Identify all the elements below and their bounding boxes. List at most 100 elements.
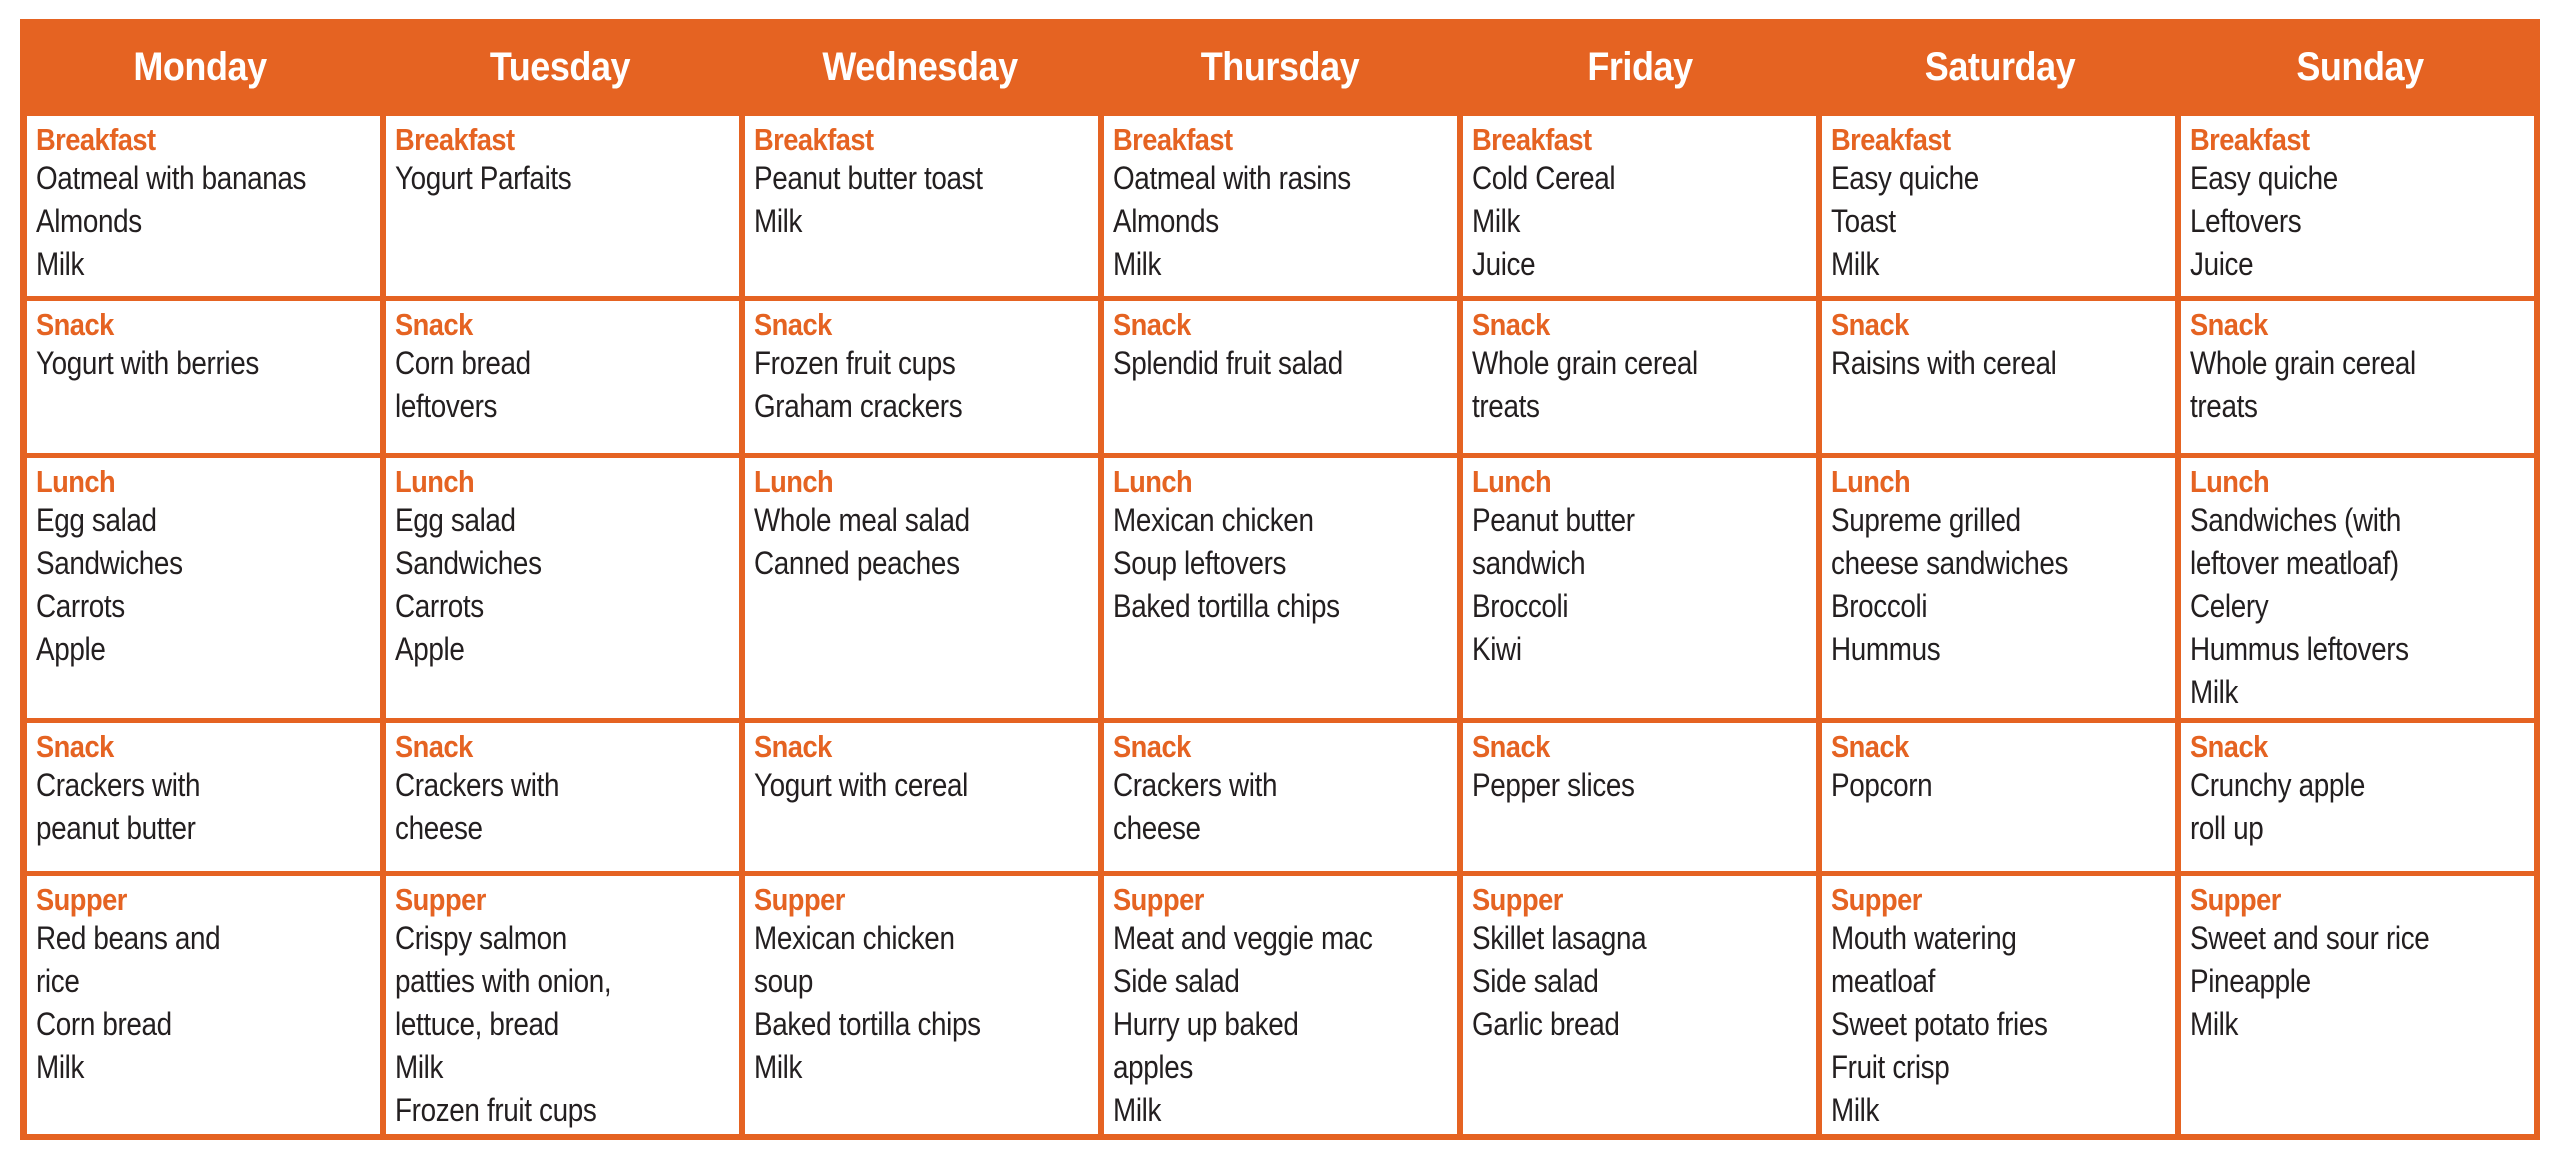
meal-items-list: Peanut butter toast Milk [754,157,1098,243]
day-header-row: Monday Tuesday Wednesday Thursday Friday… [20,19,2540,116]
meal-item: treats [1472,388,1540,424]
meal-cell-thursday-breakfast-row1: Breakfast Oatmeal with rasins Almonds Milk [1104,116,1457,296]
meal-item: meatloaf [1831,963,1936,999]
meal-items-list: Mexican chicken Soup leftovers Baked torti… [1113,499,1457,628]
meal-cell-thursday-lunch-row3: Lunch Mexican chicken Soup leftovers Baked … [1104,458,1457,718]
meal-label: Supper [754,882,845,917]
meal-items-list: Red beans and rice Corn bread Milk [36,917,380,1089]
meal-items-list: Mexican chicken soup Baked tortilla chips M… [754,917,1098,1089]
meal-item: Hummus leftovers [2190,631,2409,667]
meal-item: Crackers with [36,767,201,803]
meal-items-list: Meat and veggie mac Side salad Hurry up ba… [1113,917,1457,1132]
meal-cell-saturday-lunch-row3: Lunch Supreme grilled cheese sandwiches Bro… [1822,458,2175,718]
meal-item: Crispy salmon [395,920,567,956]
meal-cell-saturday-snack-row4: Snack Popcorn [1822,723,2175,871]
meal-items-list: Whole grain cereal treats [1472,342,1816,428]
meal-item: Hurry up baked [1113,1006,1299,1042]
meal-item: rice [36,963,80,999]
meal-item: Sweet and sour rice [2190,920,2430,956]
meal-label: Snack [1831,307,1909,342]
meal-cell-saturday-supper-row5: Supper Mouth watering meatloaf Sweet potato… [1822,876,2175,1134]
meal-item: Yogurt with cereal [754,767,969,803]
meal-item: Milk [2190,674,2239,710]
meal-item: cheese [1113,810,1201,846]
meal-item: Frozen fruit cups [395,1092,597,1128]
meal-label: Breakfast [395,122,515,157]
meal-item: Kiwi [1472,631,1522,667]
weekly-meal-plan-table: Monday Tuesday Wednesday Thursday Friday… [20,19,2540,1140]
meal-item: roll up [2190,810,2264,846]
meal-items-list: Splendid fruit salad [1113,342,1457,385]
meal-item: Meat and veggie mac [1113,920,1373,956]
meal-item: Easy quiche [2190,160,2338,196]
meal-items-list: Crackers with peanut butter [36,764,380,850]
meal-items-list: Sweet and sour rice Pineapple Milk [2190,917,2534,1046]
meal-items-list: Whole meal salad Canned peaches [754,499,1098,585]
meal-item: Garlic bread [1472,1006,1620,1042]
meal-label: Breakfast [1113,122,1233,157]
meal-label: Snack [1472,307,1550,342]
meal-item: Broccoli [1831,588,1928,624]
meal-label: Breakfast [2190,122,2310,157]
meal-label: Lunch [754,464,834,499]
meal-items-list: Crispy salmon patties with onion, lettuce,… [395,917,739,1132]
meal-item: soup [754,963,813,999]
meal-label: Snack [2190,307,2268,342]
meal-cell-sunday-supper-row5: Supper Sweet and sour rice Pineapple Milk [2181,876,2534,1134]
meal-item: Milk [754,1049,803,1085]
meal-label: Snack [36,307,114,342]
meal-item: Almonds [36,203,142,239]
meal-cell-wednesday-supper-row5: Supper Mexican chicken soup Baked tortilla … [745,876,1098,1134]
meal-items-list: Cold Cereal Milk Juice [1472,157,1816,286]
meal-item: Corn bread [36,1006,172,1042]
meal-label: Breakfast [754,122,874,157]
day-header-wednesday: Wednesday [822,45,1018,89]
meal-label: Supper [395,882,486,917]
meal-item: apples [1113,1049,1193,1085]
meal-label: Lunch [1113,464,1193,499]
meal-item: Baked tortilla chips [754,1006,981,1042]
meal-item: Peanut butter toast [754,160,983,196]
meal-item: Skillet lasagna [1472,920,1647,956]
day-header-sunday: Sunday [2296,45,2424,89]
meal-item: patties with onion, [395,963,612,999]
meal-cell-tuesday-snack-row2: Snack Corn bread leftovers [386,301,739,453]
meal-cell-friday-supper-row5: Supper Skillet lasagna Side salad Garlic br… [1463,876,1816,1134]
meal-item: Milk [1831,1092,1880,1128]
meal-label: Breakfast [1831,122,1951,157]
meal-items-list: Peanut butter sandwich Broccoli Kiwi [1472,499,1816,671]
meal-item: treats [2190,388,2258,424]
meal-item: Raisins with cereal [1831,345,2057,381]
meal-item: Milk [1113,246,1162,282]
meal-item: Broccoli [1472,588,1569,624]
meal-items-list: Whole grain cereal treats [2190,342,2534,428]
meal-item: peanut butter [36,810,196,846]
meal-item: leftover meatloaf) [2190,545,2399,581]
day-header-tuesday: Tuesday [489,45,631,89]
meal-label: Supper [1472,882,1563,917]
meal-label: Lunch [1831,464,1911,499]
meal-item: Canned peaches [754,545,960,581]
meal-cell-sunday-snack-row2: Snack Whole grain cereal treats [2181,301,2534,453]
meal-label: Breakfast [36,122,156,157]
meal-item: Easy quiche [1831,160,1979,196]
meal-item: Frozen fruit cups [754,345,956,381]
meal-item: Carrots [395,588,484,624]
meal-label: Supper [36,882,127,917]
meal-items-list: Pepper slices [1472,764,1816,807]
meal-item: Sandwiches [36,545,183,581]
meal-label: Snack [1831,729,1909,764]
meal-item: Side salad [1472,963,1599,999]
meal-item: Milk [2190,1006,2239,1042]
meal-item: Milk [395,1049,444,1085]
meal-cell-sunday-snack-row4: Snack Crunchy apple roll up [2181,723,2534,871]
meal-item: Crackers with [1113,767,1278,803]
meal-cell-monday-lunch-row3: Lunch Egg salad Sandwiches Carrots Apple [27,458,380,718]
meal-cell-tuesday-supper-row5: Supper Crispy salmon patties with onion, le… [386,876,739,1134]
day-header-friday: Friday [1587,45,1693,89]
meal-label: Snack [395,729,473,764]
meal-item: Cold Cereal [1472,160,1616,196]
meal-label: Snack [1113,307,1191,342]
meal-item: Oatmeal with rasins [1113,160,1351,196]
meal-cell-tuesday-snack-row4: Snack Crackers with cheese [386,723,739,871]
